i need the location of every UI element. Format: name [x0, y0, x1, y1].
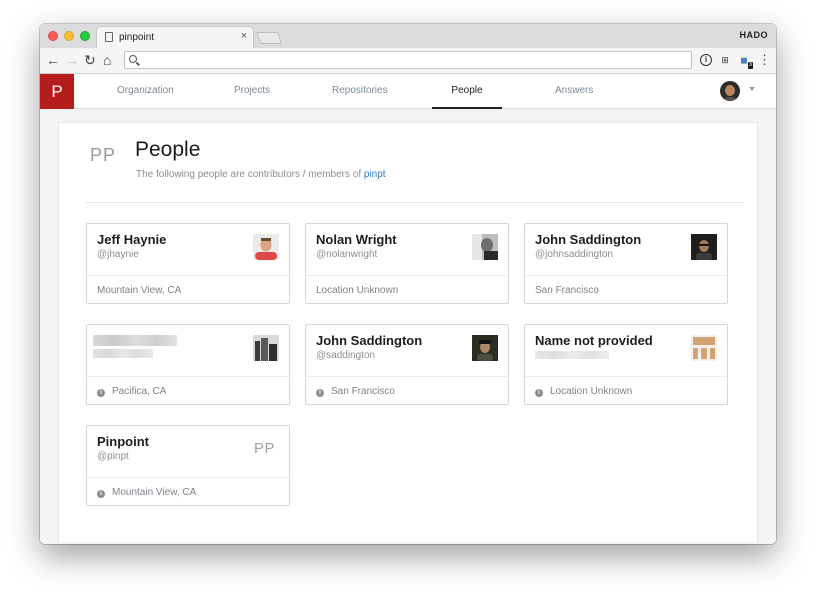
translate-icon[interactable]: ⊞: [719, 54, 731, 66]
person-card[interactable]: i Pacifica, CA: [86, 324, 290, 405]
tab-projects[interactable]: Projects: [234, 74, 270, 109]
address-bar[interactable]: [124, 51, 692, 69]
card-separator: [87, 477, 289, 478]
person-handle: @jhaynie: [97, 249, 139, 260]
info-icon[interactable]: i: [700, 54, 712, 66]
person-handle: @johnsaddington: [535, 249, 613, 260]
identicon-avatar: [691, 335, 717, 361]
info-icon: i: [97, 490, 105, 498]
org-link[interactable]: pinpt: [364, 169, 386, 180]
back-icon[interactable]: ←: [46, 52, 60, 68]
person-location: i San Francisco: [316, 386, 395, 397]
person-location: Location Unknown: [316, 285, 399, 296]
redacted-handle: [535, 351, 609, 359]
person-card[interactable]: Jeff Haynie @jhaynie Mountain View, CA: [86, 223, 290, 304]
card-separator: [525, 376, 727, 377]
browser-tab[interactable]: pinpoint ×: [96, 26, 254, 48]
close-window-button[interactable]: [48, 31, 58, 41]
search-icon: [129, 55, 137, 63]
person-avatar: [472, 335, 498, 361]
tab-strip: pinpoint × HADO: [40, 24, 776, 48]
person-name: Pinpoint: [97, 434, 149, 449]
extension-icon[interactable]: ◼ 3: [738, 54, 753, 69]
person-location: i Mountain View, CA: [97, 487, 196, 498]
user-avatar[interactable]: [720, 81, 740, 101]
new-tab-button[interactable]: [255, 32, 283, 44]
person-name: Nolan Wright: [316, 232, 397, 247]
card-separator: [525, 275, 727, 276]
person-location: i Location Unknown: [535, 386, 632, 397]
forward-icon[interactable]: →: [65, 52, 79, 68]
zoom-window-button[interactable]: [80, 31, 90, 41]
info-icon: i: [97, 389, 105, 397]
card-separator: [306, 275, 508, 276]
person-card[interactable]: Nolan Wright @nolanwright Location Unkno…: [305, 223, 509, 304]
person-name: Name not provided: [535, 333, 653, 348]
page-subtitle: The following people are contributors / …: [136, 169, 386, 180]
page-title: People: [135, 138, 201, 161]
person-handle: @pinpt: [97, 451, 129, 462]
app-header: P Organization Projects Repositories Peo…: [40, 74, 776, 109]
person-location: i Pacifica, CA: [97, 386, 166, 397]
person-name: Jeff Haynie: [97, 232, 167, 247]
tab-people[interactable]: People: [432, 74, 502, 109]
person-handle: @saddington: [316, 350, 376, 361]
browser-window: pinpoint × HADO ← → ↻ ⌂ i ⊞ ◼ 3 ⋮ P Organ…: [40, 24, 776, 544]
person-avatar: [253, 234, 279, 260]
minimize-window-button[interactable]: [64, 31, 74, 41]
card-separator: [87, 376, 289, 377]
person-location: Mountain View, CA: [97, 285, 182, 296]
app-logo[interactable]: P: [40, 74, 74, 109]
chevron-down-icon[interactable]: [749, 87, 755, 91]
card-separator: [87, 275, 289, 276]
tab-title: pinpoint: [119, 32, 155, 43]
person-card[interactable]: Name not provided i Location Unknown: [524, 324, 728, 405]
redacted-name: [93, 335, 177, 346]
person-location: San Francisco: [535, 285, 599, 296]
reload-icon[interactable]: ↻: [84, 52, 96, 68]
person-name: John Saddington: [316, 333, 423, 348]
tab-repositories[interactable]: Repositories: [332, 74, 388, 109]
person-avatar: [472, 234, 498, 260]
person-name: John Saddington: [535, 232, 642, 247]
info-icon: i: [316, 389, 324, 397]
profile-name[interactable]: HADO: [740, 30, 769, 40]
divider: [86, 202, 744, 203]
redacted-handle: [93, 349, 153, 358]
person-card[interactable]: Pinpoint @pinpt PP i Mountain View, CA: [86, 425, 290, 506]
browser-toolbar: ← → ↻ ⌂ i ⊞ ◼ 3 ⋮: [40, 48, 776, 74]
person-handle: @nolanwright: [316, 249, 378, 260]
org-initials: PP: [90, 145, 117, 165]
tab-answers[interactable]: Answers: [555, 74, 593, 109]
person-card[interactable]: John Saddington @saddington i San Francis…: [305, 324, 509, 405]
menu-icon[interactable]: ⋮: [758, 52, 771, 68]
document-icon: [105, 32, 113, 42]
person-avatar: [253, 335, 279, 361]
tab-close-icon[interactable]: ×: [241, 31, 247, 42]
person-avatar: [691, 234, 717, 260]
person-card[interactable]: John Saddington @johnsaddington San Fran…: [524, 223, 728, 304]
card-separator: [306, 376, 508, 377]
org-initials-avatar: PP: [253, 440, 275, 457]
extension-badge: 3: [747, 62, 753, 69]
tab-organization[interactable]: Organization: [117, 74, 174, 109]
info-icon: i: [535, 389, 543, 397]
home-icon[interactable]: ⌂: [103, 52, 111, 68]
